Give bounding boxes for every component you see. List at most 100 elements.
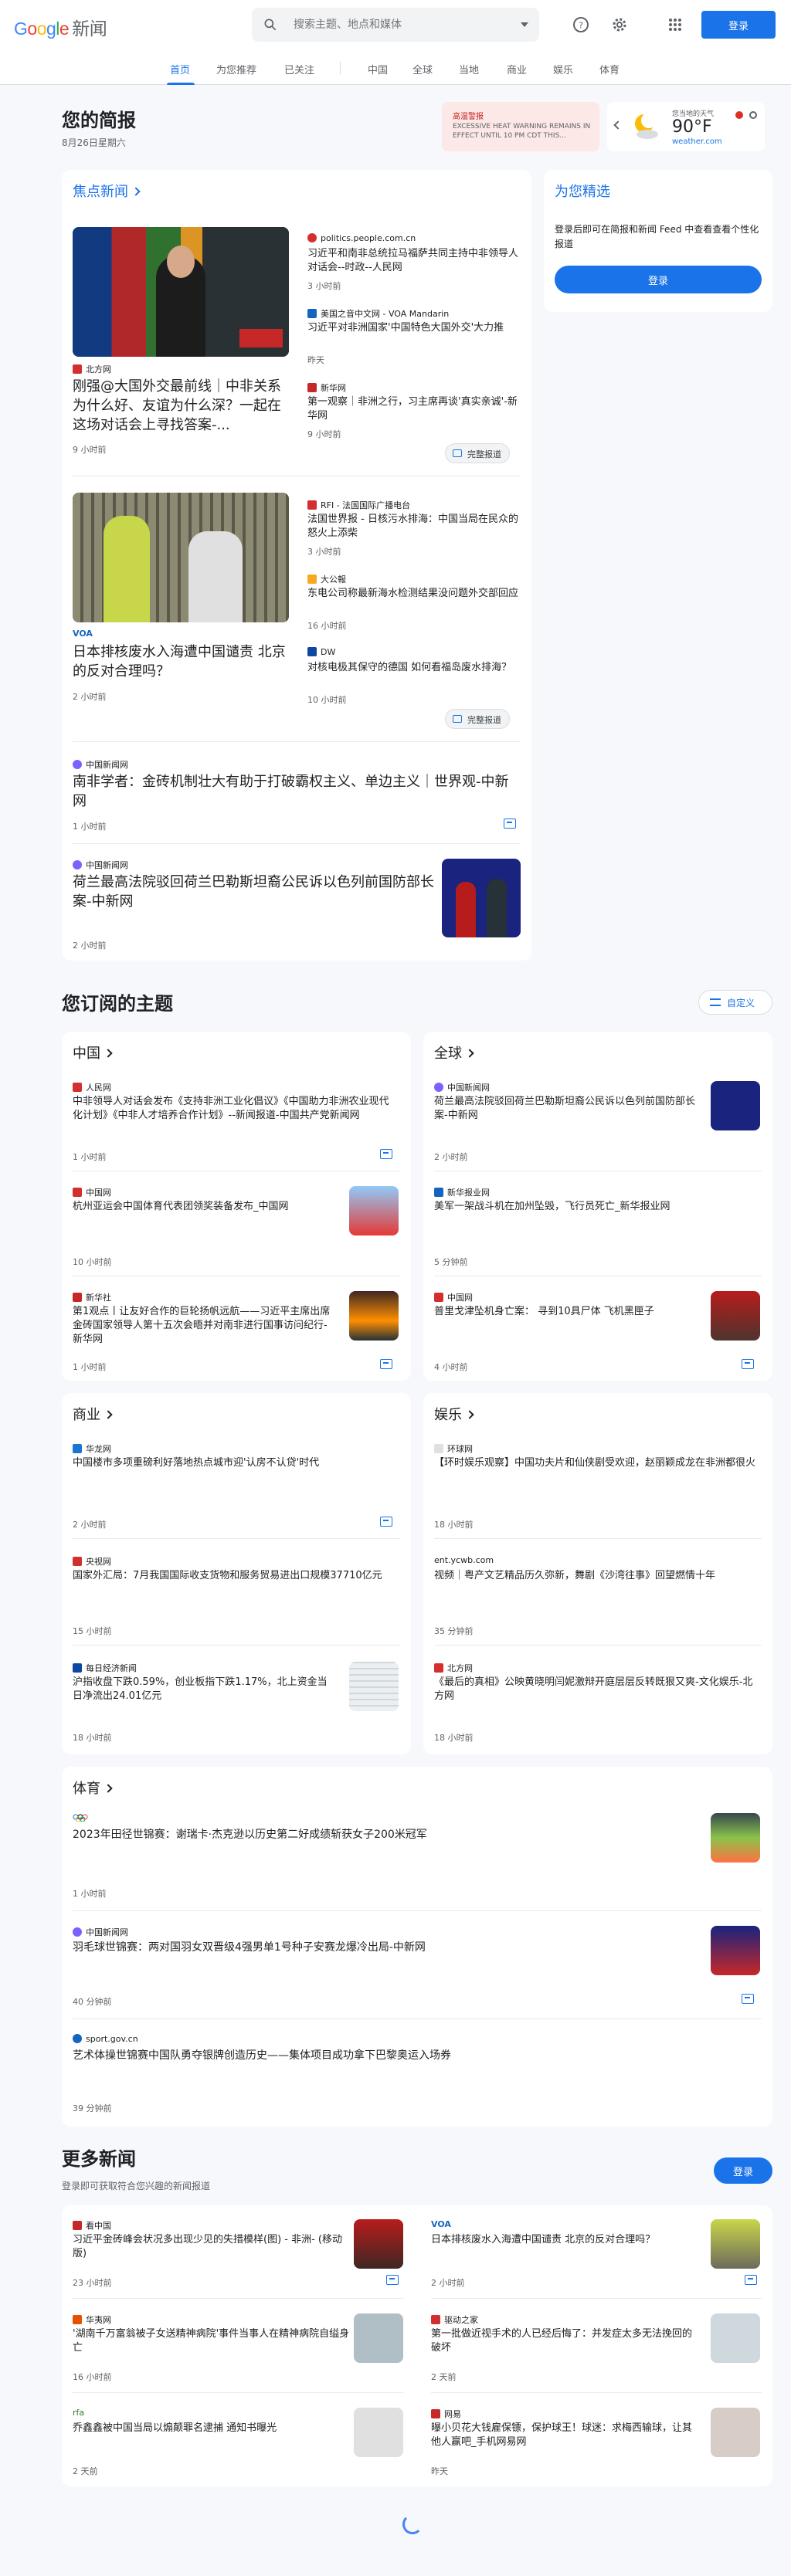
tab-local[interactable]: 当地 xyxy=(459,62,479,76)
topic-item-headline[interactable]: 中国楼市多项重磅利好落地热点城市迎'认房不认贷'时代 xyxy=(73,1456,397,1470)
topic-item-headline[interactable]: 《最后的真相》公映黄晓明闫妮激辩开庭层层反转既狠又爽-文化娱乐-北方网 xyxy=(434,1676,759,1703)
cluster2-side1-source[interactable]: RFI - 法国国际广播电台 xyxy=(307,499,410,511)
more-item-headline[interactable]: 曝小贝花大钱雇保镖，保护球王！球迷：求梅西输球，让其他人赢吧_手机网易网 xyxy=(431,2422,694,2449)
tab-for-you[interactable]: 为您推荐 xyxy=(216,62,256,76)
more-item-image[interactable] xyxy=(354,2408,403,2457)
full-coverage-icon[interactable] xyxy=(745,2275,757,2285)
topic-item-source[interactable]: 中国新闻网 xyxy=(434,1081,490,1093)
single2-image[interactable] xyxy=(442,859,521,937)
picks-signin-button[interactable]: 登录 xyxy=(555,266,762,293)
topic-heading-china[interactable]: 中国 xyxy=(73,1042,113,1063)
full-coverage-icon[interactable] xyxy=(742,1994,754,2004)
more-item-headline[interactable]: 第一批做近视手术的人已经后悔了：并发症太多无法挽回的破坏 xyxy=(431,2327,694,2355)
more-item-source[interactable]: 驱动之家 xyxy=(431,2313,478,2326)
topic-item-source[interactable]: 人民网 xyxy=(73,1081,111,1093)
topic-item-headline[interactable]: 中非领导人对话会发布《支持非洲工业化倡议》《中国助力非洲农业现代化计划》《中非人… xyxy=(73,1095,397,1123)
more-item-source[interactable]: 网易 xyxy=(431,2408,461,2420)
more-item-image[interactable] xyxy=(711,2408,760,2457)
tab-business[interactable]: 商业 xyxy=(507,62,527,76)
header-signin-button[interactable]: 登录 xyxy=(701,11,776,39)
cluster1-side1-headline[interactable]: 习近平和南非总统拉马福萨共同主持中非领导人对话会--时政--人民网 xyxy=(307,247,521,275)
topic-heading-world[interactable]: 全球 xyxy=(434,1042,474,1063)
topic-item-source[interactable]: 新华社 xyxy=(73,1291,111,1303)
cluster2-side2-source[interactable]: 大公報 xyxy=(307,573,346,585)
full-coverage-button[interactable]: 完整报道 xyxy=(445,443,510,463)
topic-item-headline[interactable]: 艺术体操世锦赛中国队勇夺银牌创造历史——集体项目成功拿下巴黎奥运入场券 xyxy=(73,2048,706,2063)
single1-headline[interactable]: 南非学者：金砖机制壮大有助于打破霸权主义、单边主义｜世界观-中新网 xyxy=(73,772,521,811)
topic-item-source[interactable]: 央视网 xyxy=(73,1555,111,1568)
cluster1-side3-source[interactable]: 新华网 xyxy=(307,381,346,394)
topic-item-source[interactable] xyxy=(73,1813,93,1823)
topic-item-source[interactable]: 新华报业网 xyxy=(434,1186,490,1198)
topic-item-source[interactable]: 北方网 xyxy=(434,1662,473,1674)
cluster1-main-source[interactable]: 北方网 xyxy=(73,363,111,375)
topic-item-source[interactable]: 中国网 xyxy=(73,1186,111,1198)
cluster2-main-headline[interactable]: 日本排核废水入海遭中国谴责 北京的反对合理吗？ xyxy=(73,642,289,681)
tab-world[interactable]: 全球 xyxy=(412,62,433,76)
topic-item-headline[interactable]: 杭州亚运会中国体育代表团领奖装备发布_中国网 xyxy=(73,1200,335,1214)
location-icon[interactable] xyxy=(749,111,757,119)
topic-item-headline[interactable]: 普里戈津坠机身亡案： 寻到10具尸体 飞机黑匣子 xyxy=(434,1305,697,1319)
customize-button[interactable]: 自定义 xyxy=(698,990,772,1015)
cluster1-side2-source[interactable]: 美国之音中文网 - VOA Mandarin xyxy=(307,307,449,320)
topic-heading-business[interactable]: 商业 xyxy=(73,1404,113,1424)
weather-source[interactable]: weather.com xyxy=(672,137,722,146)
chevron-left-icon[interactable] xyxy=(613,120,623,130)
topic-item-source[interactable]: ent.ycwb.com xyxy=(434,1555,494,1565)
topic-item-image[interactable] xyxy=(711,1813,760,1863)
cluster1-side1-source[interactable]: politics.people.com.cn xyxy=(307,233,416,243)
cluster2-main-source[interactable]: VOA xyxy=(73,629,93,639)
topic-item-headline[interactable]: 【环时娱乐观察】中国功夫片和仙侠剧受欢迎，赵丽颖成龙在非洲都很火 xyxy=(434,1456,759,1470)
full-coverage-icon[interactable] xyxy=(380,1517,392,1527)
topic-item-headline[interactable]: 羽毛球世锦赛：两对国羽女双晋级4强男单1号种子安赛龙爆冷出局-中新网 xyxy=(73,1940,706,1955)
topic-item-image[interactable] xyxy=(349,1186,399,1235)
topic-item-source[interactable]: 中国网 xyxy=(434,1291,473,1303)
google-news-logo[interactable]: Google 新闻 xyxy=(14,14,107,40)
full-coverage-icon[interactable] xyxy=(742,1359,754,1369)
single1-source[interactable]: 中国新闻网 xyxy=(73,758,128,771)
topic-item-headline[interactable]: 视频｜粤产文艺精品历久弥新，舞剧《沙湾往事》回望燃情十年 xyxy=(434,1569,759,1583)
cluster2-image[interactable] xyxy=(73,493,289,622)
help-icon[interactable]: ? xyxy=(572,15,590,34)
topic-item-image[interactable] xyxy=(349,1291,399,1341)
more-item-image[interactable] xyxy=(354,2219,403,2269)
more-item-source[interactable]: 看中国 xyxy=(73,2219,111,2232)
apps-icon[interactable] xyxy=(666,15,684,34)
topic-item-source[interactable]: 中国新闻网 xyxy=(73,1926,128,1938)
more-item-headline[interactable]: 日本排核废水入海遭中国谴责 北京的反对合理吗？ xyxy=(431,2233,694,2247)
full-coverage-icon[interactable] xyxy=(380,1149,392,1159)
tab-following[interactable]: 已关注 xyxy=(284,62,314,76)
topic-item-source[interactable]: 每日经济新闻 xyxy=(73,1662,137,1674)
topic-item-headline[interactable]: 第1观点丨让友好合作的巨轮扬帆远航——习近平主席出席金砖国家领导人第十五次会晤并… xyxy=(73,1305,335,1347)
topic-item-headline[interactable]: 美军一架战斗机在加州坠毁，飞行员死亡_新华报业网 xyxy=(434,1200,697,1214)
weather-card[interactable]: 您当地的天气 90°F weather.com xyxy=(607,102,765,151)
topic-heading-entertainment[interactable]: 娱乐 xyxy=(434,1404,474,1424)
topic-item-image[interactable] xyxy=(711,1926,760,1975)
more-item-source[interactable]: rfa xyxy=(73,2408,84,2418)
topic-item-source[interactable]: 环球网 xyxy=(434,1442,473,1455)
topic-item-source[interactable]: 华龙网 xyxy=(73,1442,111,1455)
tab-entertainment[interactable]: 娱乐 xyxy=(553,62,573,76)
topic-heading-sports[interactable]: 体育 xyxy=(73,1778,113,1798)
full-coverage-icon[interactable] xyxy=(386,2275,399,2285)
topic-item-image[interactable] xyxy=(711,1291,760,1341)
cluster1-main-headline[interactable]: 刚强@大国外交最前线｜中非关系为什么好、友谊为什么深？一起在这场对话会上寻找答案… xyxy=(73,377,289,435)
cluster1-side2-headline[interactable]: 习近平对非洲国家'中国特色大国外交'大力推 xyxy=(307,321,521,335)
full-coverage-icon[interactable] xyxy=(504,819,516,829)
search-dropdown-icon[interactable] xyxy=(521,22,528,27)
tab-sports[interactable]: 体育 xyxy=(599,62,620,76)
more-item-image[interactable] xyxy=(711,2219,760,2269)
topic-item-headline[interactable]: 国家外汇局：7月我国国际收支货物和服务贸易进出口规模37710亿元 xyxy=(73,1569,397,1583)
more-item-source[interactable]: VOA xyxy=(431,2219,451,2229)
search-input[interactable] xyxy=(294,8,502,42)
search-box[interactable] xyxy=(252,8,539,42)
top-stories-heading[interactable]: 焦点新闻 xyxy=(73,181,141,201)
heat-alert-card[interactable]: 高温警报 EXCESSIVE HEAT WARNING REMAINS IN E… xyxy=(442,102,599,151)
cluster2-side3-source[interactable]: DW xyxy=(307,647,335,657)
cluster2-side2-headline[interactable]: 东电公司称最新海水检测结果没问题外交部回应 xyxy=(307,587,521,601)
single2-headline[interactable]: 荷兰最高法院驳回荷兰巴勒斯坦裔公民诉以色列前国防部长案-中新网 xyxy=(73,873,443,911)
more-news-signin-button[interactable]: 登录 xyxy=(714,2157,772,2184)
cluster1-side3-headline[interactable]: 第一观察｜非洲之行，习主席再谈'真实亲诚'-新华网 xyxy=(307,395,521,423)
more-item-headline[interactable]: 乔鑫鑫被中国当局以煽颠罪名逮捕 通知书曝光 xyxy=(73,2422,351,2435)
topic-item-source[interactable]: sport.gov.cn xyxy=(73,2034,138,2044)
